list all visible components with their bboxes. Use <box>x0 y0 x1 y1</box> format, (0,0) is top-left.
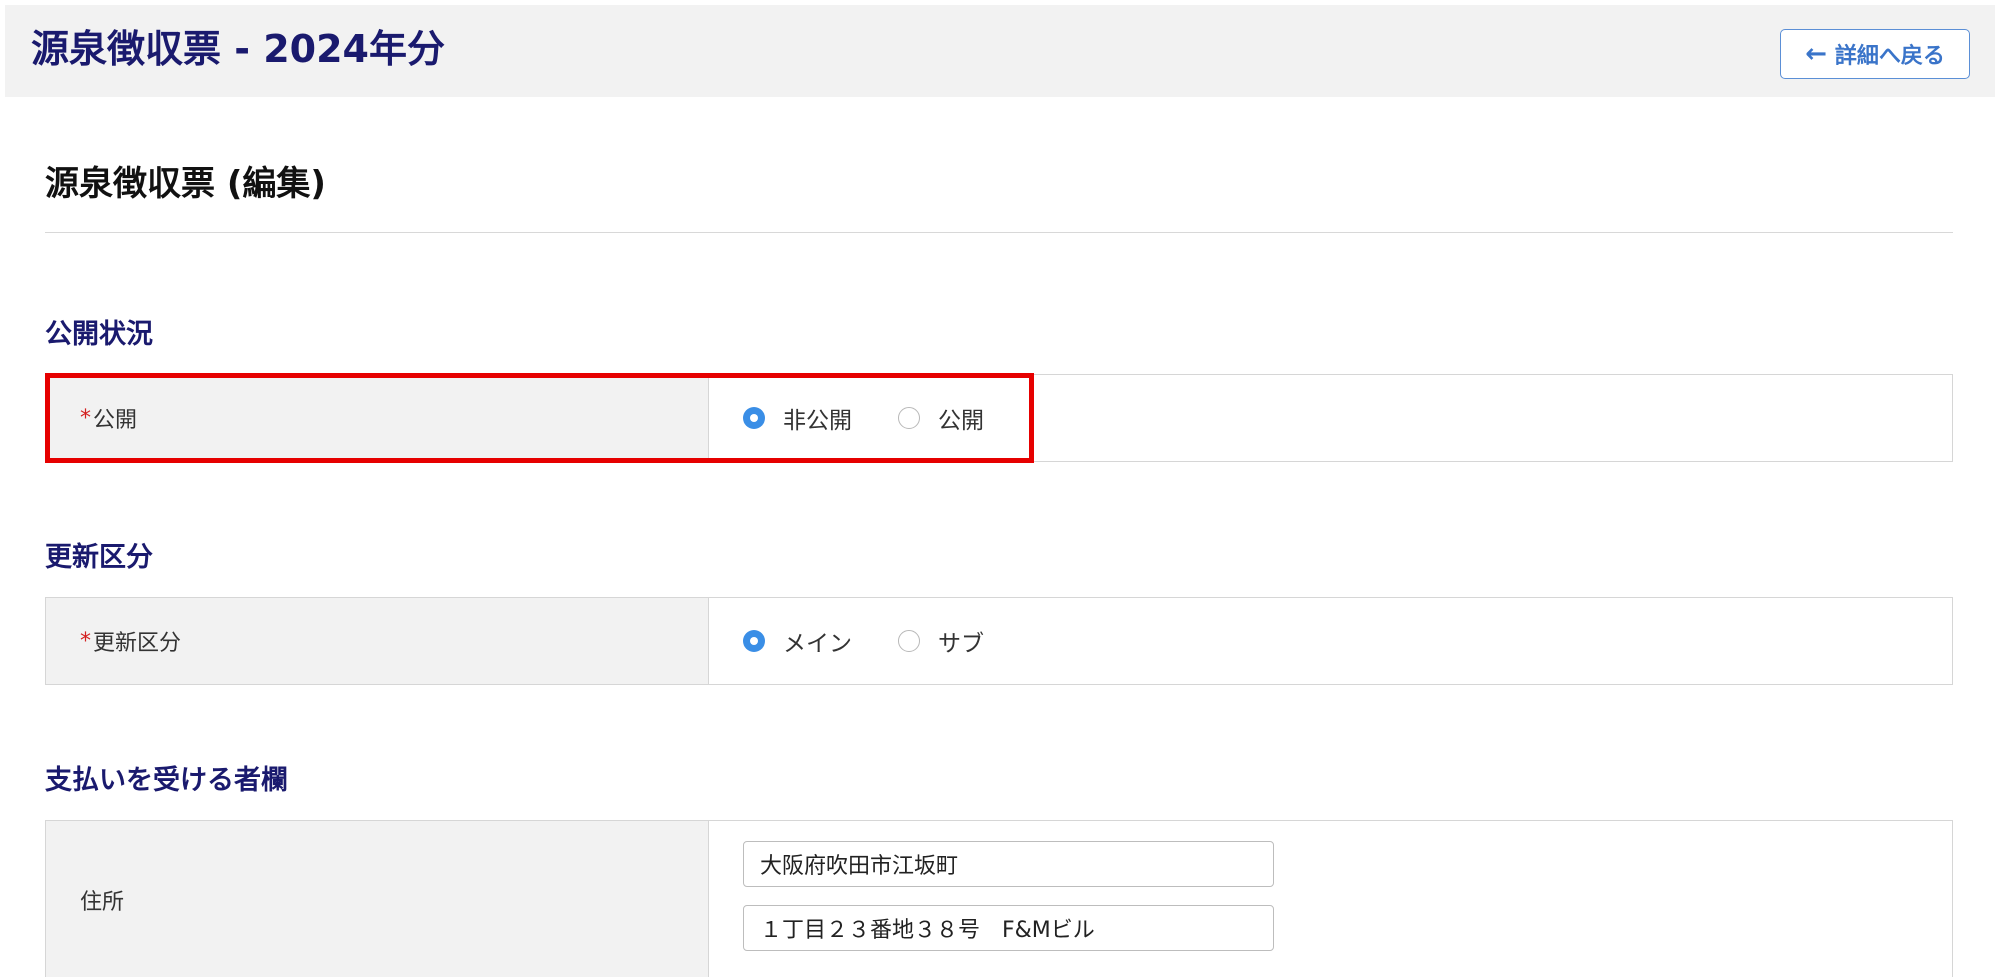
section-title-update-type: 更新区分 <box>45 542 153 573</box>
page-title: 源泉徴収票 (編集) <box>45 164 326 204</box>
radio-sub-label: サブ <box>938 631 984 657</box>
radio-main-label: メイン <box>783 631 852 657</box>
header-title: 源泉徴収票 - 2024年分 <box>31 27 445 71</box>
back-to-detail-button[interactable]: ← 詳細へ戻る <box>1780 29 1970 79</box>
radio-unchecked-icon[interactable] <box>898 630 920 652</box>
address-line1-input[interactable] <box>743 841 1274 887</box>
section-title-recipient: 支払いを受ける者欄 <box>45 765 288 796</box>
radio-checked-icon[interactable] <box>743 407 765 429</box>
required-mark: * <box>80 405 91 431</box>
field-label-address: 住所 <box>46 821 709 977</box>
radio-checked-icon[interactable] <box>743 630 765 652</box>
radio-private[interactable]: 非公開 <box>743 401 852 435</box>
address-line2-input[interactable] <box>743 905 1274 951</box>
field-label-text: 住所 <box>80 890 125 915</box>
back-button-label: 詳細へ戻る <box>1834 44 1945 69</box>
address-inputs <box>743 821 1274 971</box>
radio-public[interactable]: 公開 <box>898 401 984 435</box>
radio-private-label: 非公開 <box>783 408 852 434</box>
page: 源泉徴収票 - 2024年分 ← 詳細へ戻る 源泉徴収票 (編集) 公開状況 *… <box>0 0 2000 977</box>
visibility-radio-group: 非公開 公開 <box>743 401 1030 435</box>
field-value-address <box>709 821 1952 977</box>
radio-public-label: 公開 <box>938 408 984 434</box>
field-value-update-type: メイン サブ <box>709 598 1952 684</box>
radio-unchecked-icon[interactable] <box>898 407 920 429</box>
field-value-visibility: 非公開 公開 <box>709 375 1952 461</box>
field-label-visibility: * 公開 <box>46 375 709 461</box>
form-row-update-type: * 更新区分 メイン サブ <box>45 597 1953 685</box>
form-row-address: 住所 <box>45 820 1953 977</box>
field-label-text: 更新区分 <box>93 631 182 656</box>
field-label-text: 公開 <box>93 408 138 433</box>
radio-main[interactable]: メイン <box>743 624 852 658</box>
form-row-visibility: * 公開 非公開 公開 <box>45 374 1953 462</box>
field-label-update-type: * 更新区分 <box>46 598 709 684</box>
required-mark: * <box>80 628 91 654</box>
update-type-radio-group: メイン サブ <box>743 624 1030 658</box>
divider <box>45 232 1953 233</box>
page-header: 源泉徴収票 - 2024年分 ← 詳細へ戻る <box>5 5 1995 97</box>
arrow-left-icon: ← <box>1805 39 1827 69</box>
section-title-visibility: 公開状況 <box>45 319 153 350</box>
radio-sub[interactable]: サブ <box>898 624 984 658</box>
